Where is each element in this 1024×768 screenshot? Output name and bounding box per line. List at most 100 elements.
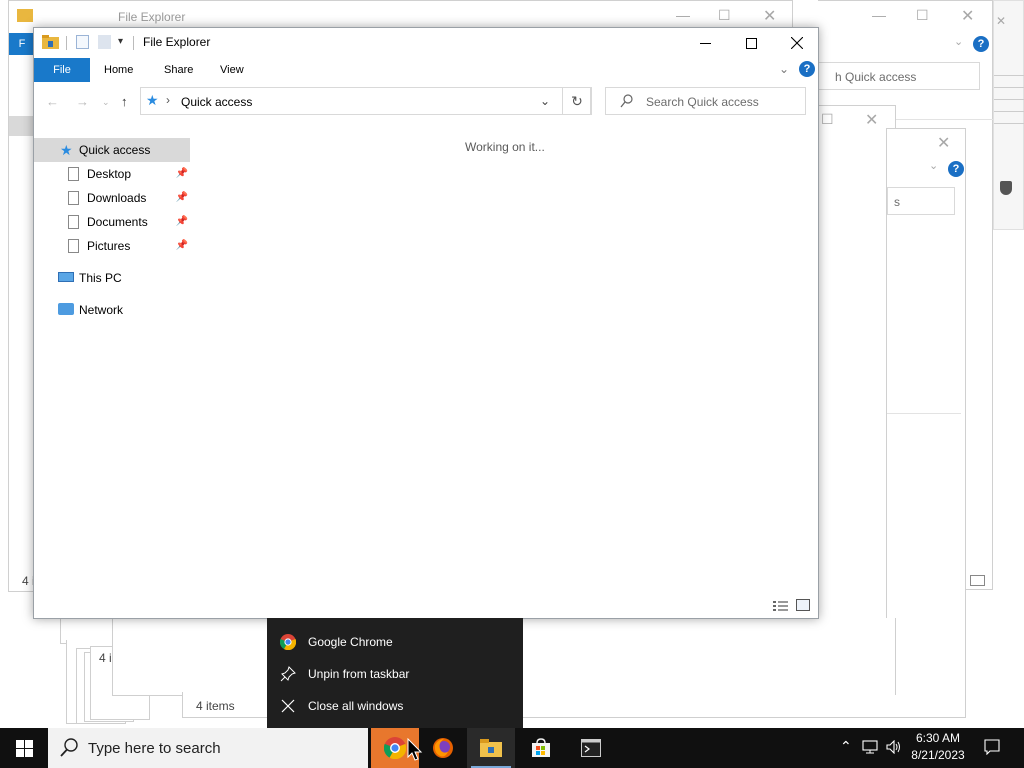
address-dropdown-icon[interactable]: ⌄: [540, 94, 550, 108]
view-icons: [970, 575, 985, 586]
properties-icon[interactable]: [76, 35, 89, 49]
background-window-title: File Explorer: [118, 10, 186, 24]
close-icon: ✕: [996, 14, 1007, 28]
navigation-bar: ← → ⌄ ↑ ★ › Quick access ⌄ ↻ Search Quic…: [34, 82, 818, 122]
close-icon: ✕: [961, 8, 975, 25]
nav-item-quick-access[interactable]: ★ Quick access: [34, 138, 190, 162]
maximize-icon: ☐: [916, 7, 929, 23]
jump-list-item-open-chrome[interactable]: Google Chrome: [267, 626, 523, 658]
network-icon[interactable]: [862, 740, 878, 757]
close-icon: ✕: [865, 112, 879, 129]
clock-time: 6:30 AM: [915, 731, 961, 745]
folder-icon: [42, 35, 59, 49]
tab-share[interactable]: Share: [155, 58, 202, 82]
title-bar[interactable]: ▾ File Explorer: [34, 28, 818, 58]
nav-item-this-pc[interactable]: This PC: [34, 266, 190, 290]
search-box[interactable]: Search Quick access: [605, 87, 806, 115]
document-icon: [68, 167, 79, 181]
window-title: File Explorer: [143, 35, 211, 49]
close-icon: ✕: [763, 8, 777, 25]
system-clock[interactable]: 6:30 AM 8/21/2023: [907, 730, 969, 764]
close-button[interactable]: [774, 28, 820, 58]
address-text: Quick access: [181, 95, 253, 109]
taskbar-app-terminal[interactable]: [567, 728, 615, 768]
up-arrow-icon[interactable]: ↑: [121, 94, 128, 109]
file-tab-partial: F: [9, 33, 35, 55]
unpin-icon: [280, 666, 296, 682]
qat-dropdown-icon[interactable]: ▾: [118, 36, 123, 47]
network-icon: [58, 303, 74, 315]
document-icon: [68, 191, 79, 205]
taskbar-search-placeholder: Type here to search: [88, 740, 221, 757]
tab-home[interactable]: Home: [95, 58, 142, 82]
chevron-down-icon: ⌄: [929, 160, 939, 172]
pin-icon: 📌: [175, 216, 188, 227]
tab-file[interactable]: File: [34, 58, 90, 82]
close-icon: ✕: [937, 135, 951, 152]
volume-icon[interactable]: [886, 739, 902, 757]
taskbar-search-box[interactable]: Type here to search: [48, 728, 368, 768]
folder-icon: [17, 9, 33, 22]
document-icon: [68, 239, 79, 253]
search-icon: [60, 738, 78, 760]
maximize-icon: ☐: [718, 7, 731, 23]
minimize-button[interactable]: [682, 28, 728, 58]
background-window-3: ✕: [993, 0, 1024, 230]
taskbar-app-store[interactable]: [517, 728, 565, 768]
chevron-down-icon: ⌄: [954, 36, 964, 48]
search-box-partial: s: [887, 187, 955, 215]
show-hidden-icons-icon[interactable]: ⌃: [840, 738, 852, 755]
details-view-icon[interactable]: [773, 600, 788, 611]
help-icon: ?: [948, 161, 964, 177]
nav-item-pictures[interactable]: Pictures 📌: [34, 234, 190, 258]
help-icon[interactable]: ?: [799, 61, 815, 77]
loading-message: Working on it...: [465, 140, 545, 154]
taskbar-jump-list: Google Chrome Unpin from taskbar Close a…: [267, 618, 523, 728]
address-bar[interactable]: ★ › Quick access ⌄: [140, 87, 591, 115]
nav-item-network[interactable]: Network: [34, 298, 190, 322]
shield-icon: [1000, 181, 1012, 195]
start-button[interactable]: [0, 728, 48, 768]
back-arrow-icon[interactable]: ←: [46, 94, 59, 109]
nav-item-documents[interactable]: Documents 📌: [34, 210, 190, 234]
taskbar-app-firefox[interactable]: [419, 728, 467, 768]
search-icon: [620, 94, 633, 111]
clock-date: 8/21/2023: [911, 748, 965, 762]
jump-list-item-close-all[interactable]: Close all windows: [267, 690, 523, 722]
taskbar-app-chrome[interactable]: [371, 728, 423, 768]
computer-icon: [58, 272, 74, 282]
file-explorer-window[interactable]: ▾ File Explorer File Home Share View ⌄ ?…: [33, 27, 819, 619]
taskbar: Type here to search ⌃ 6:30 AM 8/21/2023: [0, 728, 1024, 768]
qat-divider: [66, 36, 67, 50]
expand-ribbon-icon[interactable]: ⌄: [779, 62, 789, 76]
minimize-icon: —: [676, 7, 690, 23]
breadcrumb-chevron-icon[interactable]: ›: [166, 93, 170, 107]
window-edge: [520, 695, 966, 718]
taskbar-app-file-explorer[interactable]: [467, 728, 515, 768]
document-icon: [68, 215, 79, 229]
firefox-icon: [433, 738, 453, 758]
pin-icon: 📌: [175, 192, 188, 203]
help-icon: ?: [973, 36, 989, 52]
nav-item-desktop[interactable]: Desktop 📌: [34, 162, 190, 186]
qat-divider: [133, 36, 134, 50]
quick-access-star-icon: ★: [146, 92, 159, 108]
chrome-icon: [384, 737, 406, 759]
jump-list-item-unpin[interactable]: Unpin from taskbar: [267, 658, 523, 690]
large-icons-view-icon[interactable]: [796, 599, 810, 611]
pin-icon: 📌: [175, 168, 188, 179]
maximize-button[interactable]: [728, 28, 774, 58]
nav-item-downloads[interactable]: Downloads 📌: [34, 186, 190, 210]
file-explorer-icon: [480, 739, 502, 757]
recent-locations-icon[interactable]: ⌄: [102, 97, 110, 108]
refresh-button[interactable]: ↻: [562, 87, 592, 115]
minimize-icon: —: [872, 7, 886, 23]
action-center-icon[interactable]: [984, 739, 1000, 758]
nav-selection-partial: [9, 116, 35, 136]
tab-view[interactable]: View: [211, 58, 253, 82]
forward-arrow-icon[interactable]: →: [76, 94, 89, 109]
new-folder-icon[interactable]: [98, 35, 111, 49]
maximize-icon: ☐: [821, 111, 834, 127]
close-icon: [280, 698, 296, 714]
chrome-icon: [279, 634, 297, 651]
